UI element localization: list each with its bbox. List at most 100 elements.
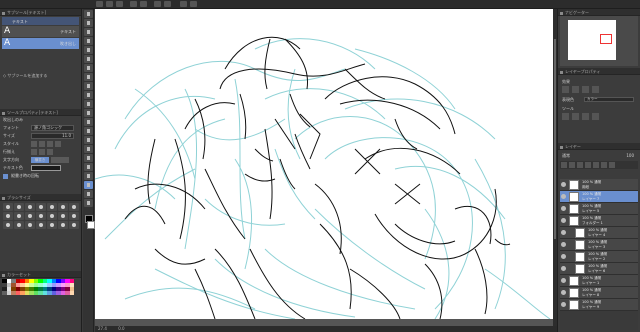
merge-down-icon[interactable] [601, 162, 607, 168]
layer-move-tool-icon[interactable] [84, 37, 93, 45]
opacity-value[interactable]: 100 [626, 151, 634, 160]
font-select[interactable]: 源ノ角ゴシック [31, 125, 74, 131]
brush-size-preset[interactable] [3, 221, 13, 229]
panel-menu-icon[interactable] [2, 111, 5, 115]
panel-menu-icon[interactable] [560, 11, 563, 15]
angle-readout[interactable]: 0.0 [118, 326, 124, 331]
visibility-eye-icon[interactable] [561, 242, 566, 247]
sub-color-well[interactable] [87, 221, 95, 229]
brush-size-preset[interactable] [69, 221, 79, 229]
brush-size-preset[interactable] [25, 212, 35, 220]
strike-button[interactable] [55, 141, 61, 147]
layer-row[interactable]: 100 % 通常 レイヤー 3 [560, 239, 638, 251]
brush-size-preset[interactable] [3, 203, 13, 211]
eraser-tool-icon[interactable] [84, 118, 93, 126]
panel-menu-icon[interactable] [560, 70, 563, 74]
brush-size-preset[interactable] [14, 221, 24, 229]
bold-button[interactable] [31, 141, 37, 147]
border-effect-icon[interactable] [562, 86, 569, 93]
brush-tool-icon[interactable] [84, 91, 93, 99]
navigator-view-frame[interactable] [600, 34, 612, 44]
airbrush-tool-icon[interactable] [84, 100, 93, 108]
pen-tool-icon[interactable] [84, 73, 93, 81]
mask-icon[interactable] [585, 162, 591, 168]
blend-mode-select[interactable]: 通常 [562, 153, 570, 158]
brush-size-preset[interactable] [69, 212, 79, 220]
zoom-tool-icon[interactable] [84, 10, 93, 18]
eyedropper-tool-icon[interactable] [84, 64, 93, 72]
visibility-eye-icon[interactable] [561, 278, 566, 283]
blend-tool-icon[interactable] [84, 127, 93, 135]
panel-menu-icon[interactable] [2, 11, 5, 15]
layer-row[interactable]: 100 % 通常 レイヤー 9 [560, 299, 638, 311]
layer-row[interactable]: 100 % 通常 レイヤー 2 [560, 251, 638, 263]
correct-line-tool-icon[interactable] [84, 199, 93, 207]
visibility-eye-icon[interactable] [561, 218, 566, 223]
text-color-swatch[interactable] [31, 165, 61, 171]
brush-size-preset[interactable] [36, 212, 46, 220]
panel-menu-icon[interactable] [560, 145, 563, 149]
lasso-tool-icon[interactable] [84, 55, 93, 63]
layer-color-icon[interactable] [582, 86, 589, 93]
ruler-layer-icon[interactable] [593, 162, 599, 168]
layer-row[interactable]: 100 % 通常 用紙 [560, 179, 638, 191]
operation-tool-icon[interactable] [84, 28, 93, 36]
visibility-eye-icon[interactable] [561, 266, 566, 271]
selection-tool-icon[interactable] [84, 46, 93, 54]
layer-row[interactable]: 100 % 通常 フォルダー 1 [560, 215, 638, 227]
clip-icon[interactable] [592, 113, 599, 120]
visibility-eye-icon[interactable] [561, 182, 566, 187]
drawing-canvas[interactable] [95, 9, 555, 319]
reference-layer-icon[interactable] [562, 113, 569, 120]
color-swatch[interactable] [69, 291, 74, 295]
canvas-area[interactable] [95, 9, 557, 326]
visibility-eye-icon[interactable] [561, 302, 566, 307]
new-file-icon[interactable] [96, 1, 103, 7]
lock-icon[interactable] [582, 113, 589, 120]
clear-icon[interactable] [154, 1, 161, 7]
undo-icon[interactable] [130, 1, 137, 7]
new-vector-layer-icon[interactable] [569, 162, 575, 168]
balloon-tool-icon[interactable] [84, 190, 93, 198]
brush-size-preset[interactable] [14, 203, 24, 211]
brush-size-preset[interactable] [69, 203, 79, 211]
layer-row[interactable]: 100 % 通常 レイヤー 4 [560, 227, 638, 239]
layer-row[interactable]: 100 % 通常 レイヤー 7 [560, 191, 638, 203]
save-icon[interactable] [116, 1, 123, 7]
extract-line-icon[interactable] [592, 86, 599, 93]
visibility-eye-icon[interactable] [561, 194, 566, 199]
snap-icon[interactable] [180, 1, 187, 7]
underline-button[interactable] [47, 141, 53, 147]
panel-menu-icon[interactable] [2, 273, 5, 277]
redo-icon[interactable] [140, 1, 147, 7]
draft-layer-icon[interactable] [572, 113, 579, 120]
open-icon[interactable] [106, 1, 113, 7]
zoom-readout[interactable]: 27.4 [98, 326, 107, 331]
new-raster-layer-icon[interactable] [561, 162, 567, 168]
layer-row[interactable]: 100 % 通常 レイヤー 8 [560, 287, 638, 299]
rotate-checkbox[interactable] [3, 174, 8, 179]
layer-row[interactable]: 100 % 通常 レイヤー 6 [560, 263, 638, 275]
align-right-button[interactable] [47, 149, 53, 155]
brush-size-preset[interactable] [25, 203, 35, 211]
brush-size-preset[interactable] [47, 203, 57, 211]
brush-size-preset[interactable] [58, 221, 68, 229]
brush-size-preset[interactable] [58, 212, 68, 220]
navigator-preview[interactable] [560, 16, 638, 66]
direction-vertical-button[interactable] [51, 157, 69, 163]
ruler-icon[interactable] [190, 1, 197, 7]
fill-tool-icon[interactable] [84, 136, 93, 144]
tone-effect-icon[interactable] [572, 86, 579, 93]
delete-layer-icon[interactable] [609, 162, 615, 168]
visibility-eye-icon[interactable] [561, 230, 566, 235]
brush-size-preset[interactable] [47, 221, 57, 229]
brush-size-preset[interactable] [36, 221, 46, 229]
subtool-group-tab[interactable]: テキスト [2, 17, 79, 25]
decoration-tool-icon[interactable] [84, 109, 93, 117]
figure-tool-icon[interactable] [84, 154, 93, 162]
gradient-tool-icon[interactable] [84, 145, 93, 153]
brush-size-preset[interactable] [14, 212, 24, 220]
transform-icon[interactable] [164, 1, 171, 7]
brush-size-preset[interactable] [58, 203, 68, 211]
visibility-eye-icon[interactable] [561, 254, 566, 259]
